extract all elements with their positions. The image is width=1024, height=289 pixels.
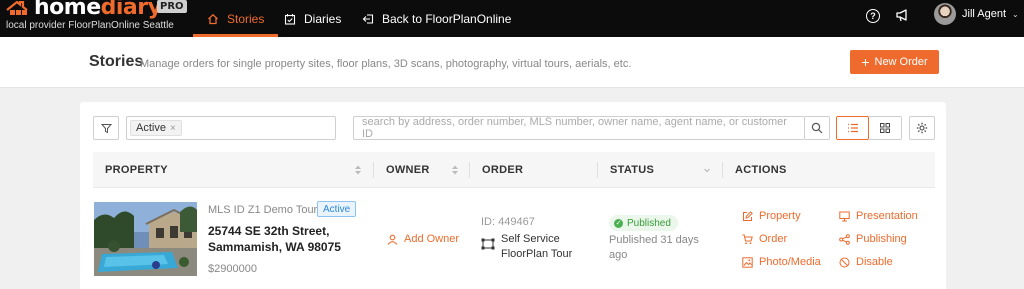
- status-badge: Active: [317, 201, 357, 217]
- sort-icon[interactable]: [451, 164, 459, 176]
- cart-icon: [742, 234, 753, 244]
- logo-house-icon: [6, 1, 28, 15]
- provider-tagline: local provider FloorPlanOnline Seattle: [6, 20, 174, 31]
- property-thumbnail[interactable]: [94, 202, 197, 276]
- pro-badge: PRO: [157, 0, 187, 13]
- order-name-line2: FloorPlan Tour: [501, 248, 573, 260]
- image-edit-icon: [742, 256, 753, 268]
- list-icon: [847, 123, 858, 133]
- published-badge: ✓ Published: [609, 215, 678, 231]
- ban-icon: [839, 257, 850, 267]
- search-button[interactable]: [805, 116, 830, 140]
- action-label: Photo/Media: [759, 256, 821, 268]
- brand-logo[interactable]: homediary PRO local provider FloorPlanOn…: [4, 0, 187, 37]
- plus-icon: +: [861, 54, 870, 70]
- floorplan-icon: [481, 238, 495, 250]
- action-publishing[interactable]: Publishing: [839, 233, 907, 245]
- column-divider: [722, 162, 723, 178]
- action-presentation[interactable]: Presentation: [839, 210, 918, 222]
- action-label: Order: [759, 233, 788, 245]
- search-icon: [811, 122, 823, 134]
- add-owner-label: Add Owner: [404, 233, 460, 245]
- page-subtitle: Manage orders for single property sites,…: [140, 58, 632, 70]
- add-owner-link[interactable]: Add Owner: [387, 233, 459, 245]
- filter-button[interactable]: [93, 116, 119, 140]
- nav-tab-label: Diaries: [304, 11, 342, 26]
- filter-tag-active: Active ×: [130, 120, 182, 136]
- table-header: PROPERTY OWNER ORDER STATUS ACTIONS: [93, 152, 935, 188]
- mls-id: MLS ID Z1 Demo Tour: [208, 204, 318, 216]
- logo-wordmark: homediary: [34, 0, 162, 20]
- announcement-icon[interactable]: [895, 8, 909, 22]
- action-disable[interactable]: Disable: [839, 256, 893, 268]
- new-order-button[interactable]: + New Order: [850, 50, 939, 74]
- edit-icon: [743, 210, 753, 221]
- action-label: Presentation: [856, 210, 918, 222]
- property-address-line1[interactable]: 25744 SE 32th Street,: [208, 224, 329, 238]
- property-address-line2[interactable]: Sammamish, WA 98075: [208, 240, 341, 254]
- gear-icon: [916, 122, 928, 134]
- column-header-owner[interactable]: OWNER: [386, 152, 430, 188]
- search-placeholder: search by address, order number, MLS num…: [362, 116, 787, 140]
- action-label: Publishing: [856, 233, 907, 245]
- order-name-line1: Self Service: [501, 233, 560, 245]
- column-header-status[interactable]: STATUS: [610, 152, 654, 188]
- property-price: $2900000: [208, 263, 257, 275]
- nav-tab-back[interactable]: Back to FloorPlanOnline: [362, 0, 511, 37]
- column-divider: [597, 162, 598, 178]
- avatar: [934, 3, 956, 25]
- grid-view-toggle[interactable]: [869, 116, 902, 140]
- filter-dropdown-icon[interactable]: [703, 164, 711, 176]
- order-id: ID: 449467: [481, 216, 535, 228]
- help-icon[interactable]: ?: [866, 9, 880, 23]
- status-filter-select[interactable]: Active ×: [126, 116, 336, 140]
- column-divider: [373, 162, 374, 178]
- column-divider: [469, 162, 470, 178]
- sort-icon[interactable]: [354, 164, 362, 176]
- stories-card: Active × search by address, order number…: [80, 102, 946, 289]
- property-photo: [94, 202, 197, 276]
- back-arrow-icon: [362, 13, 374, 24]
- column-header-actions: ACTIONS: [735, 164, 787, 176]
- action-label: Disable: [856, 256, 893, 268]
- calendar-check-icon: [284, 13, 296, 25]
- chevron-down-icon: ⌄: [1012, 9, 1019, 19]
- table-settings-button[interactable]: [909, 116, 935, 140]
- column-header-property[interactable]: PROPERTY: [105, 152, 168, 188]
- published-date: Published 31 days ago: [609, 234, 699, 261]
- user-menu[interactable]: Jill Agent ⌄: [934, 2, 1019, 26]
- search-input[interactable]: search by address, order number, MLS num…: [353, 116, 805, 140]
- published-label: Published: [627, 217, 671, 229]
- nav-tab-diaries[interactable]: Diaries: [284, 0, 341, 37]
- filter-tag-label: Active: [136, 122, 166, 134]
- user-icon: [387, 234, 398, 245]
- filter-icon: [100, 123, 112, 133]
- grid-icon: [880, 123, 890, 133]
- action-property[interactable]: Property: [742, 210, 801, 222]
- nav-tab-label: Stories: [227, 11, 265, 26]
- nav-tab-stories[interactable]: Stories: [192, 0, 279, 37]
- nav-tab-label: Back to FloorPlanOnline: [382, 11, 512, 26]
- action-photo-media[interactable]: Photo/Media: [742, 256, 821, 268]
- user-name: Jill Agent: [962, 8, 1007, 20]
- order-product[interactable]: Self Service FloorPlan Tour: [481, 232, 572, 262]
- monitor-icon: [839, 211, 850, 221]
- action-order[interactable]: Order: [742, 233, 787, 245]
- home-icon: [208, 13, 218, 24]
- column-header-order[interactable]: ORDER: [482, 152, 523, 188]
- check-circle-icon: ✓: [614, 218, 623, 228]
- close-icon[interactable]: ×: [170, 123, 176, 134]
- top-navigation-bar: homediary PRO local provider FloorPlanOn…: [0, 0, 1024, 37]
- list-view-toggle[interactable]: [836, 116, 869, 140]
- page-header: Stories Manage orders for single propert…: [0, 37, 1024, 88]
- new-order-label: New Order: [874, 56, 928, 68]
- page-title: Stories: [89, 53, 144, 70]
- share-icon: [839, 233, 850, 245]
- action-label: Property: [759, 210, 801, 222]
